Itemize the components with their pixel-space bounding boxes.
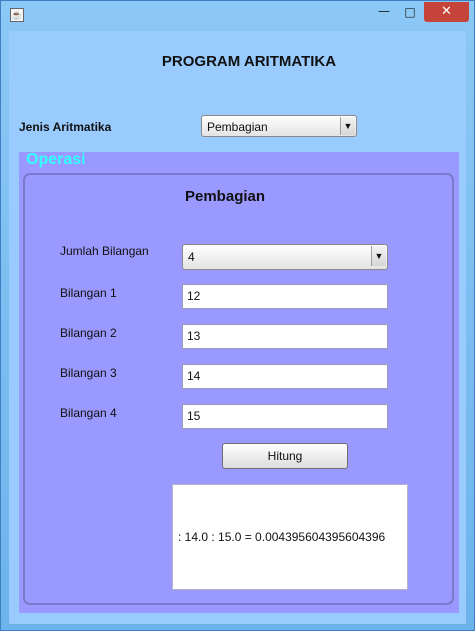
close-button[interactable]: ✕ [424,2,469,22]
result-textarea[interactable]: : 14.0 : 15.0 = 0.004395604395604396 [172,484,408,590]
operasi-inner-panel: Pembagian Jumlah Bilangan 4 ▼ Bilangan 1… [23,173,454,605]
minimize-icon: — [378,4,390,18]
bilangan-1-input[interactable]: 12 [182,284,388,309]
page-title: PROGRAM ARITMATIKA [161,53,337,70]
content-pane: PROGRAM ARITMATIKA Jenis Aritmatika Pemb… [9,31,466,624]
operasi-panel: Operasi Pembagian Jumlah Bilangan 4 ▼ Bi… [19,151,459,613]
jenis-aritmatika-select[interactable]: Pembagian ▼ [201,115,357,137]
result-text: : 14.0 : 15.0 = 0.004395604395604396 [178,530,386,544]
title-bar[interactable]: ☕ — □ ✕ [1,1,474,31]
jumlah-bilangan-select[interactable]: 4 ▼ [182,244,388,270]
operation-heading: Pembagian [185,188,266,205]
chevron-down-icon[interactable]: ▼ [340,117,355,135]
jumlah-bilangan-label: Jumlah Bilangan [60,244,149,258]
hitung-button[interactable]: Hitung [222,443,348,469]
jumlah-bilangan-value: 4 [188,250,195,264]
bilangan-2-input[interactable]: 13 [182,324,388,349]
bilangan-4-input[interactable]: 15 [182,404,388,429]
minimize-button[interactable]: — [371,2,397,22]
bilangan-1-label: Bilangan 1 [60,286,117,300]
close-icon: ✕ [441,4,452,19]
application-window: ☕ — □ ✕ PROGRAM ARITMATIKA Jenis Aritmat… [0,0,475,631]
jenis-aritmatika-value: Pembagian [207,120,268,134]
java-icon: ☕ [10,8,24,22]
bilangan-3-label: Bilangan 3 [60,366,117,380]
jenis-aritmatika-label: Jenis Aritmatika [19,120,112,134]
maximize-icon: □ [404,5,416,19]
operasi-panel-title: Operasi [26,151,86,168]
bilangan-2-label: Bilangan 2 [60,326,117,340]
bilangan-4-label: Bilangan 4 [60,406,117,420]
bilangan-3-input[interactable]: 14 [182,364,388,389]
maximize-button[interactable]: □ [397,2,423,22]
chevron-down-icon[interactable]: ▼ [371,246,386,266]
